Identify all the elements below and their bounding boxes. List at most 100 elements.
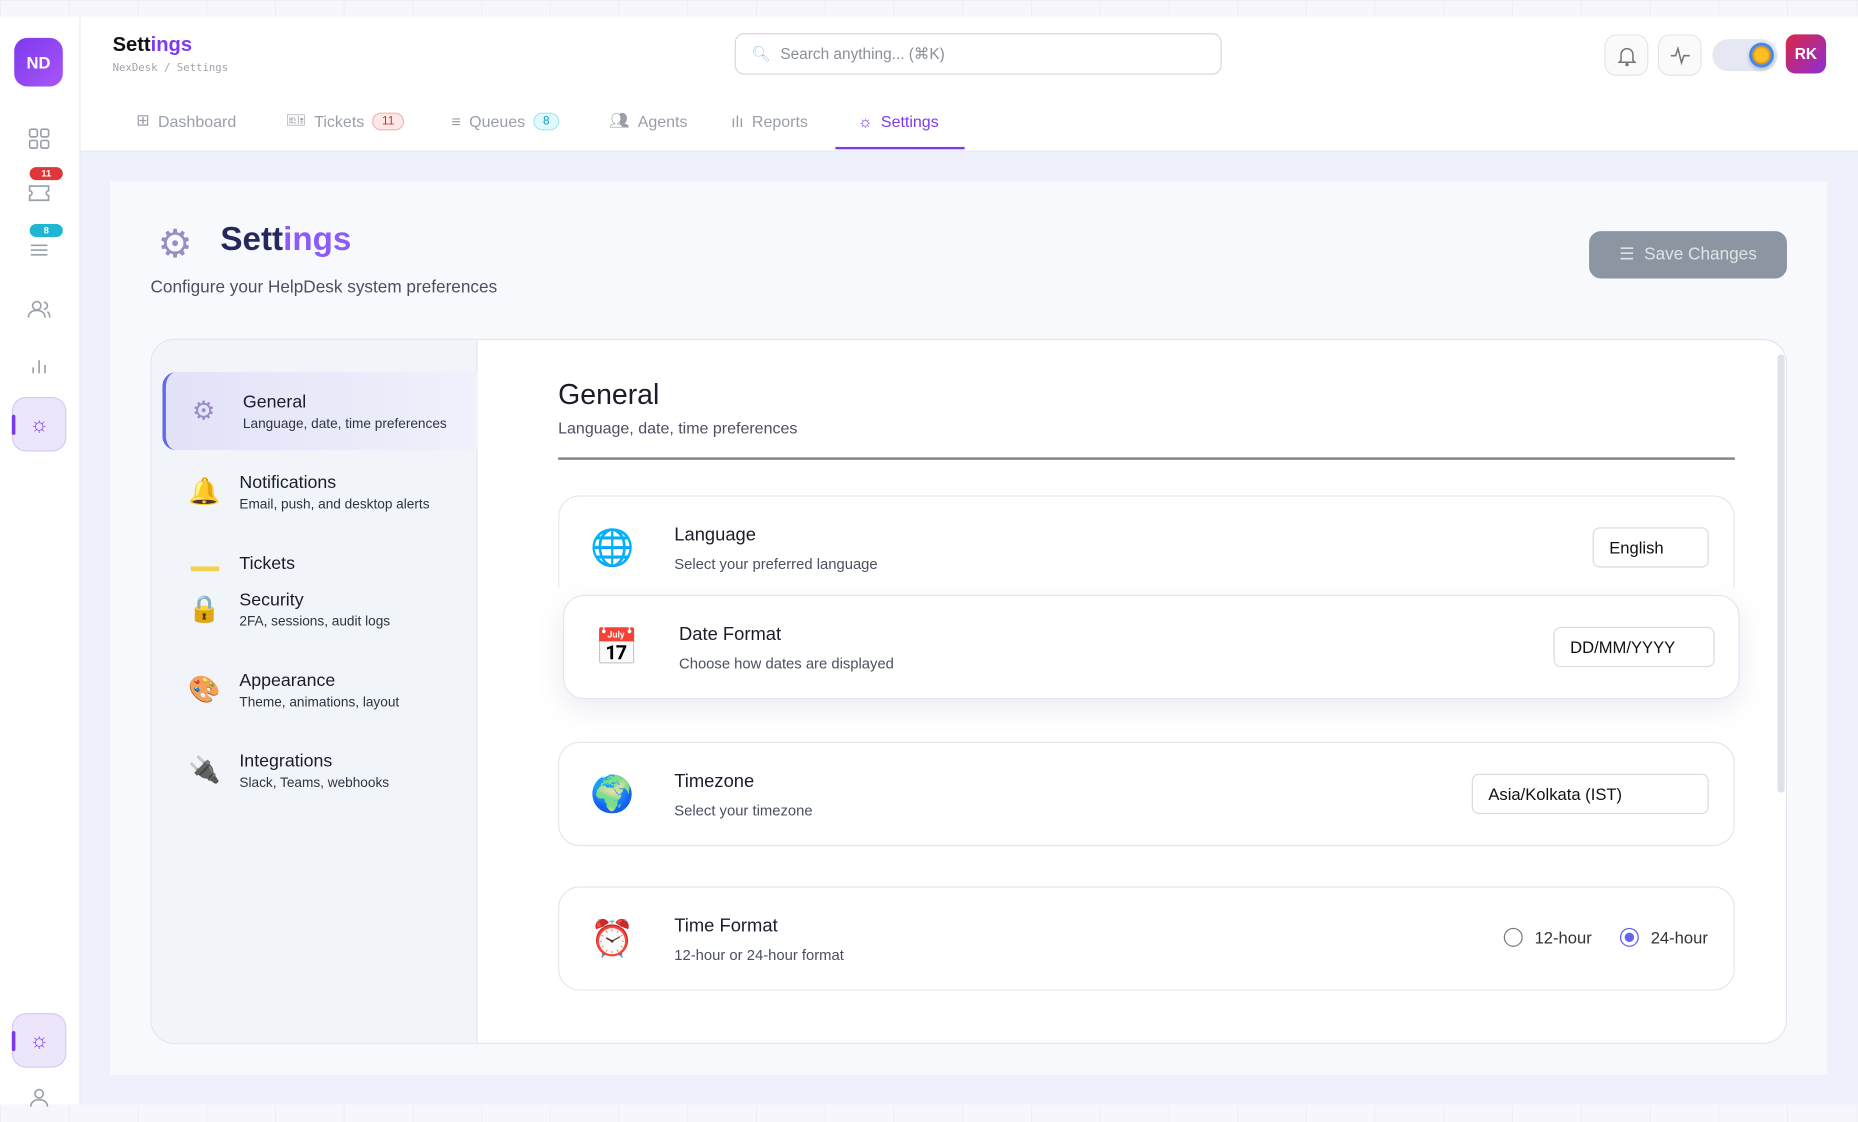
setting-row-time-format: ⏰ Time Format 12-hour or 24-hour format …	[558, 886, 1735, 990]
queues-icon[interactable]: 8	[23, 233, 56, 266]
header: Settings NexDesk / Settings 🔍︎ Search an…	[81, 17, 1858, 152]
setting-row-date-format: 📅 Date Format Choose how dates are displ…	[563, 595, 1740, 699]
dashboard-grid-icon[interactable]	[23, 122, 56, 155]
tab-label: Agents	[638, 112, 688, 130]
tab-label: Tickets	[314, 112, 364, 130]
settings-icon: ☼	[858, 112, 873, 130]
plug-icon: 🔌	[188, 755, 220, 786]
setting-desc: Select your preferred language	[674, 556, 877, 573]
tab-dashboard[interactable]: ⊞Dashboard	[136, 109, 236, 133]
radio-label: 12-hour	[1535, 928, 1592, 947]
nav-desc: Theme, animations, layout	[239, 696, 399, 710]
save-icon: ☰	[1619, 245, 1634, 264]
nav-label: Integrations	[239, 751, 332, 771]
tab-reports[interactable]: ılı Reports	[731, 109, 808, 133]
page-subtitle: Configure your HelpDesk system preferenc…	[150, 278, 497, 297]
settings-card: ⚙ General Language, date, time preferences…	[150, 339, 1786, 1044]
gear-icon: ⚙	[158, 220, 193, 266]
nav-label: General	[243, 392, 306, 412]
sun-icon	[1749, 43, 1774, 68]
setting-row-timezone: 🌍 Timezone Select your timezone Asia/Kol…	[558, 742, 1735, 846]
save-changes-button[interactable]: ☰ Save Changes	[1589, 231, 1787, 278]
nav-item-tickets[interactable]: Tickets	[162, 533, 477, 569]
tab-agents[interactable]: 👥︎ Agents	[609, 109, 687, 133]
setting-label: Language	[674, 525, 756, 546]
profile-icon[interactable]	[23, 1081, 56, 1114]
globe-icon: 🌐	[590, 527, 634, 568]
avatar[interactable]: RK	[1786, 34, 1826, 73]
radio-24-hour[interactable]: 24-hour	[1620, 928, 1708, 947]
ticket-icon: 🎫︎	[286, 111, 306, 130]
settings-icon: ☼	[29, 412, 49, 437]
setting-label: Date Format	[679, 624, 781, 645]
nav-item-notifications[interactable]: 🔔 Notifications Email, push, and desktop a…	[162, 453, 477, 531]
calendar-icon: 📅	[595, 627, 639, 668]
grid-icon: ⊞	[136, 111, 149, 130]
gear-icon: ⚙	[192, 396, 215, 427]
nav-label: Notifications	[239, 473, 336, 493]
radio-12-hour[interactable]: 12-hour	[1504, 928, 1592, 947]
radio-circle[interactable]	[1504, 928, 1523, 947]
setting-label: Timezone	[674, 771, 754, 792]
lock-icon: 🔒	[188, 594, 220, 625]
nav-desc: Language, date, time preferences	[243, 417, 447, 431]
queues-badge: 8	[30, 224, 63, 237]
tickets-badge: 11	[30, 167, 63, 180]
section-title: General	[558, 379, 659, 412]
settings-nav-button[interactable]: ☼	[12, 397, 67, 452]
bar-chart-icon: ılı	[731, 112, 743, 130]
search-placeholder: Search anything... (⌘K)	[780, 44, 944, 63]
earth-icon: 🌍	[590, 774, 634, 815]
tickets-icon[interactable]: 11	[23, 177, 56, 210]
nav-item-general[interactable]: ⚙ General Language, date, time preferences	[162, 372, 477, 450]
activity-button[interactable]	[1658, 34, 1702, 75]
logo[interactable]: ND	[14, 38, 63, 87]
notifications-button[interactable]	[1604, 34, 1648, 75]
tab-label: Queues	[469, 112, 525, 130]
save-label: Save Changes	[1644, 245, 1757, 264]
users-icon: 👥︎	[609, 111, 629, 130]
active-tab-indicator	[835, 147, 964, 149]
setting-row-language: 🌐 Language Select your preferred languag…	[558, 495, 1735, 587]
nav-desc: 2FA, sessions, audit logs	[239, 615, 390, 629]
pulse-icon	[1669, 46, 1690, 65]
nav-item-security[interactable]: 🔒 Security 2FA, sessions, audit logs	[162, 570, 477, 648]
queues-badge: 8	[533, 112, 559, 130]
breadcrumb: NexDesk / Settings	[113, 63, 229, 75]
setting-desc: Choose how dates are displayed	[679, 655, 894, 672]
search-input[interactable]: 🔍︎ Search anything... (⌘K)	[735, 33, 1222, 74]
section-subtitle: Language, date, time preferences	[558, 419, 797, 437]
bell-icon: 🔔	[188, 476, 220, 507]
nav-desc: Email, push, and desktop alerts	[239, 498, 429, 512]
nav-label: Appearance	[239, 671, 335, 691]
tab-settings[interactable]: ☼ Settings	[858, 109, 939, 133]
scrollbar[interactable]	[1777, 354, 1784, 792]
settings-bottom-button[interactable]: ☼	[12, 1013, 67, 1068]
agents-icon[interactable]	[23, 293, 56, 326]
tab-queues[interactable]: ≡ Queues 8	[451, 109, 559, 133]
nav-label: Security	[239, 590, 303, 610]
tab-label: Reports	[752, 112, 808, 130]
radio-label: 24-hour	[1651, 928, 1708, 947]
setting-desc: 12-hour or 24-hour format	[674, 947, 844, 964]
nav-item-integrations[interactable]: 🔌IntegrationsSlack, Teams, webhooks	[162, 731, 477, 809]
tab-label: Settings	[881, 112, 939, 130]
sidebar: ND 11 8 ☼ ☼	[0, 17, 81, 1105]
bell-icon	[1617, 44, 1636, 65]
header-title: Settings	[113, 33, 192, 57]
nav-item-appearance[interactable]: 🎨 Appearance Theme, animations, layout	[162, 651, 477, 729]
tab-tickets[interactable]: 🎫︎ Tickets 11	[286, 109, 404, 133]
timezone-select[interactable]: Asia/Kolkata (IST)	[1472, 774, 1709, 814]
list-icon: ≡	[451, 112, 460, 130]
radio-circle-selected[interactable]	[1620, 928, 1639, 947]
settings-icon: ☼	[29, 1028, 49, 1053]
date-format-input[interactable]: DD/MM/YYYY	[1554, 627, 1715, 667]
tickets-badge: 11	[373, 112, 404, 130]
palette-icon: 🎨	[188, 674, 220, 705]
search-icon: 🔍︎	[751, 44, 771, 63]
reports-icon[interactable]	[23, 350, 56, 383]
setting-label: Time Format	[674, 916, 777, 937]
theme-toggle[interactable]	[1712, 39, 1777, 71]
page-title: Settings	[220, 220, 351, 258]
language-select[interactable]: English	[1593, 527, 1709, 567]
